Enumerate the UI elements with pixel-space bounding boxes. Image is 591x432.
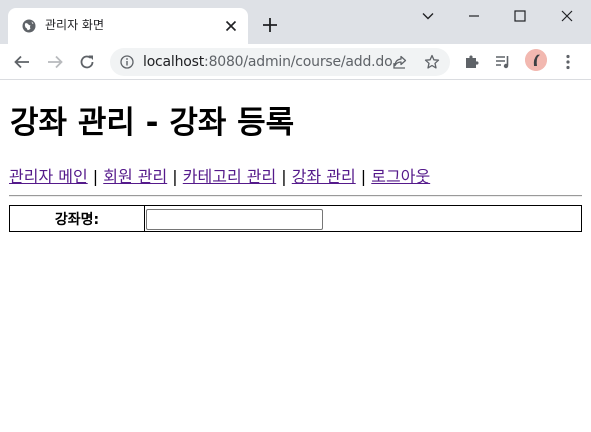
globe-icon <box>22 19 36 33</box>
browser-tab-strip: 관리자 화면 <box>0 0 591 44</box>
new-tab-plus-icon[interactable] <box>261 16 279 34</box>
horizontal-rule <box>9 195 582 197</box>
page-content: 강좌 관리 - 강좌 등록 관리자 메인 | 회원 관리 | 카테고리 관리 |… <box>0 81 591 432</box>
tab-search-button[interactable] <box>408 6 448 26</box>
course-name-label: 강좌명: <box>9 205 145 232</box>
bookmark-star-icon[interactable] <box>424 54 440 70</box>
nav-link-category-management[interactable]: 카테고리 관리 <box>183 167 276 186</box>
page-title: 강좌 관리 - 강좌 등록 <box>10 105 295 141</box>
nav-separator: | <box>276 167 292 186</box>
course-name-input[interactable] <box>146 208 323 230</box>
nav-separator: | <box>87 167 104 186</box>
address-bar[interactable]: localhost:8080/admin/course/add.do <box>110 48 450 76</box>
nav-separator: | <box>167 167 183 186</box>
maximize-icon <box>514 10 526 22</box>
course-form-table: 강좌명: <box>9 205 582 232</box>
nav-link-member-management[interactable]: 회원 관리 <box>103 167 167 186</box>
url-host: localhost <box>143 54 205 70</box>
admin-nav: 관리자 메인 | 회원 관리 | 카테고리 관리 | 강좌 관리 | 로그아웃 <box>9 167 430 187</box>
maximize-button[interactable] <box>500 6 540 26</box>
browser-tab[interactable]: 관리자 화면 <box>8 8 248 44</box>
forward-arrow-icon[interactable] <box>46 53 64 71</box>
browser-toolbar: localhost:8080/admin/course/add.do <box>0 44 591 80</box>
nav-link-logout[interactable]: 로그아웃 <box>371 167 430 186</box>
profile-picture-icon <box>525 49 547 71</box>
reload-icon[interactable] <box>78 53 96 71</box>
share-icon[interactable] <box>392 54 408 70</box>
extensions-puzzle-icon[interactable] <box>463 53 481 71</box>
chevron-down-icon <box>422 13 434 20</box>
close-window-icon <box>561 10 573 22</box>
tab-title: 관리자 화면 <box>45 18 105 32</box>
minimize-icon <box>469 15 479 17</box>
close-icon[interactable] <box>224 19 238 33</box>
nav-link-admin-main[interactable]: 관리자 메인 <box>9 167 88 186</box>
table-row: 강좌명: <box>9 205 582 232</box>
nav-separator: | <box>355 167 372 186</box>
url-path: :8080/admin/course/add.do <box>204 54 393 70</box>
back-arrow-icon[interactable] <box>13 53 31 71</box>
site-info-icon[interactable] <box>120 55 134 69</box>
minimize-button[interactable] <box>454 6 494 26</box>
profile-avatar[interactable] <box>525 49 547 71</box>
media-queue-icon[interactable] <box>494 53 512 71</box>
course-name-cell <box>144 205 582 232</box>
url-text[interactable]: localhost:8080/admin/course/add.do <box>143 54 393 70</box>
nav-link-course-management[interactable]: 강좌 관리 <box>292 167 356 186</box>
menu-kebab-icon[interactable] <box>559 53 577 71</box>
close-window-button[interactable] <box>547 6 587 26</box>
